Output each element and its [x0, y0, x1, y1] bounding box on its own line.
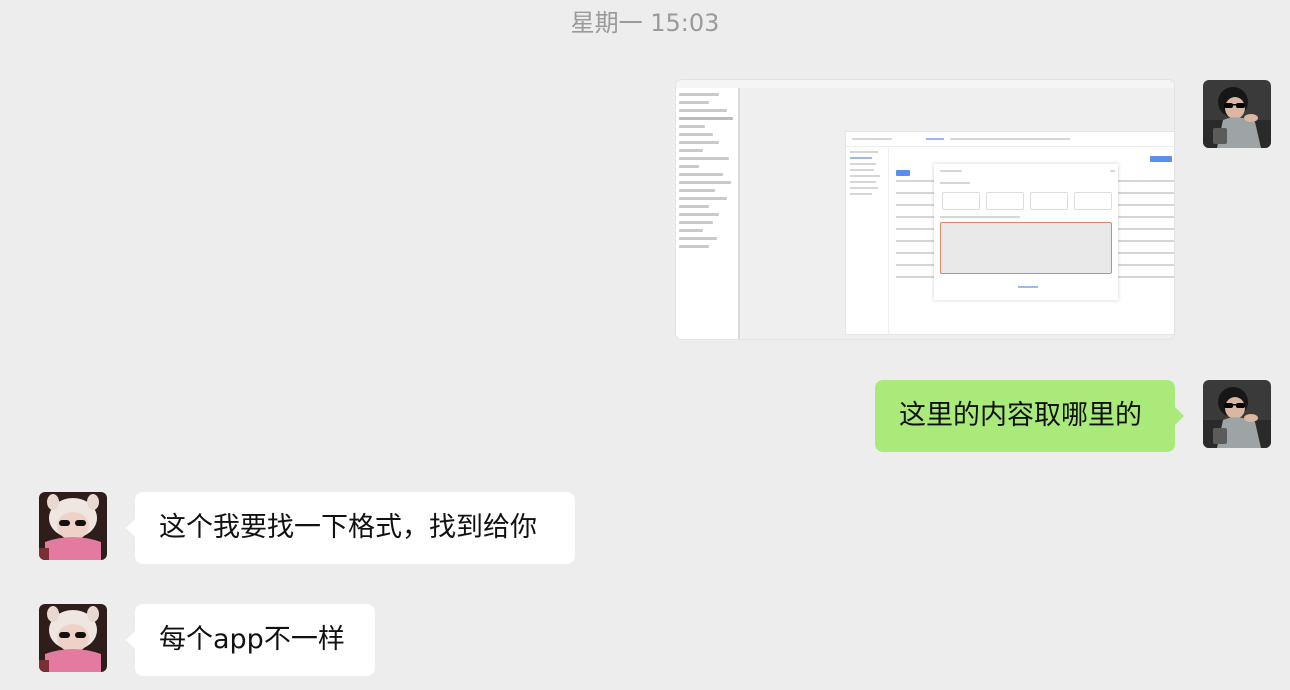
screenshot-app-header [846, 132, 1174, 147]
timestamp: 星期一 15:03 [570, 9, 720, 37]
screenshot-app-window [846, 132, 1174, 334]
user-avatar-icon [1203, 80, 1271, 148]
message-text: 这个我要找一下格式，找到给你 [159, 512, 537, 543]
screenshot-dialog [934, 164, 1118, 300]
contact-avatar[interactable] [39, 604, 107, 672]
message-text: 这里的内容取哪里的 [899, 400, 1142, 431]
self-avatar[interactable] [1203, 80, 1271, 148]
message-text: 每个app不一样 [159, 624, 345, 655]
contact-avatar[interactable] [39, 492, 107, 560]
screenshot-button [1150, 156, 1172, 162]
screenshot-sidebar [676, 88, 740, 339]
chat-window: 星期一 15:03 这里的内容取哪里的 这个我要找一下格式，找到给你 每个app… [0, 0, 1290, 690]
screenshot-app-sidebar [846, 147, 889, 334]
message-bubble-other[interactable]: 每个app不一样 [126, 604, 375, 676]
screenshot-topbar [676, 80, 1174, 88]
self-avatar[interactable] [1203, 380, 1271, 448]
user-avatar-icon [1203, 380, 1271, 448]
message-bubble-other[interactable]: 这个我要找一下格式，找到给你 [126, 492, 575, 564]
screenshot-textarea [940, 222, 1112, 274]
message-bubble-self[interactable]: 这里的内容取哪里的 [875, 380, 1184, 452]
contact-avatar-icon [39, 492, 107, 560]
contact-avatar-icon [39, 604, 107, 672]
screenshot-main [740, 88, 1174, 339]
screenshot-button [896, 170, 910, 176]
image-message[interactable] [676, 80, 1174, 339]
